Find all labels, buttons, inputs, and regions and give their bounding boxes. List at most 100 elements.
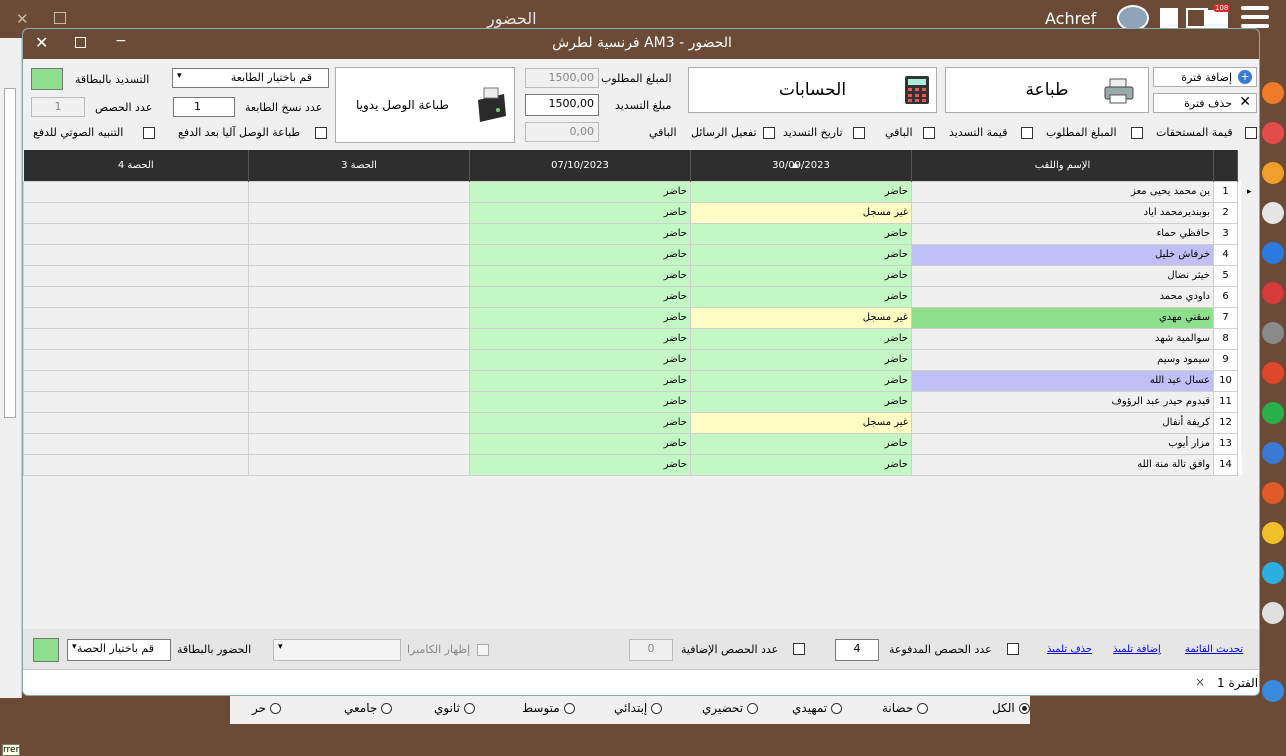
row-header[interactable] <box>1237 391 1242 412</box>
show-camera-checkbox[interactable] <box>477 644 489 656</box>
mail-icon[interactable] <box>1204 10 1228 28</box>
table-row[interactable]: حاضر غير مسجل كريفة أنفال 12 <box>23 411 1242 434</box>
cell-name[interactable]: عسال عبد الله <box>911 369 1214 392</box>
cell-name[interactable]: حافظي حماء <box>911 222 1214 245</box>
cell-session-4[interactable] <box>23 390 249 413</box>
table-row[interactable]: حاضر حاضر خرفاش خليل 4 <box>23 243 1242 266</box>
table-row[interactable]: حاضر حاضر عسال عبد الله 10 <box>23 369 1242 392</box>
dock-app-icon[interactable] <box>1262 162 1284 184</box>
header-name[interactable]: الإسم واللقب ▲ <box>792 150 1214 181</box>
cell-date-1[interactable]: حاضر <box>690 222 912 245</box>
cell-date-2[interactable]: حاضر <box>469 264 691 287</box>
cell-name[interactable]: سيمود وسيم <box>911 348 1214 371</box>
left-scrollbar[interactable] <box>4 88 16 418</box>
cell-session-4[interactable] <box>23 222 249 245</box>
cell-session-4[interactable] <box>23 243 249 266</box>
cell-name[interactable]: قيدوم حيدر عبد الرؤوف <box>911 390 1214 413</box>
level-all[interactable]: الكل <box>992 701 1030 715</box>
printer-select[interactable]: قم باختيار الطابعة <box>172 68 329 88</box>
cell-name[interactable]: بوبنديرمحمد اياد <box>911 201 1214 224</box>
delete-period-button[interactable]: حذف فترة ✕ <box>1153 93 1257 113</box>
tab-period-1[interactable]: الفترة 1 <box>1217 676 1258 690</box>
level-nursery[interactable]: حضانة <box>882 701 929 715</box>
auto-print-checkbox[interactable] <box>315 127 327 139</box>
cell-name[interactable]: بن محمد يحيى معز <box>911 180 1214 203</box>
close-tab-icon[interactable]: × <box>1195 675 1205 689</box>
table-row[interactable]: حاضر حاضر حافظي حماء 3 <box>23 222 1242 245</box>
cell-date-2[interactable]: حاضر <box>469 390 691 413</box>
cell-session-3[interactable] <box>248 369 470 392</box>
dock-app-icon[interactable] <box>1262 602 1284 624</box>
cell-date-2[interactable]: حاضر <box>469 369 691 392</box>
manual-receipt-button[interactable]: طباعة الوصل يدويا <box>335 67 515 143</box>
delete-student-link[interactable]: حذف تلميذ <box>1047 644 1092 655</box>
cell-date-1[interactable]: حاضر <box>690 432 912 455</box>
cell-session-4[interactable] <box>23 201 249 224</box>
cell-session-4[interactable] <box>23 348 249 371</box>
cell-session-3[interactable] <box>248 201 470 224</box>
payment-amount-field[interactable]: 1500,00 <box>525 94 599 116</box>
add-student-link[interactable]: إضافة تلميذ <box>1113 644 1161 655</box>
cell-session-4[interactable] <box>23 180 249 203</box>
row-header[interactable] <box>1237 328 1242 349</box>
row-header[interactable] <box>1237 202 1242 223</box>
required-amount-checkbox[interactable] <box>1131 127 1143 139</box>
cell-date-1[interactable]: حاضر <box>690 390 912 413</box>
session-select[interactable]: قم باختيار الحصة <box>67 639 171 661</box>
dock-app-icon[interactable] <box>1262 82 1284 104</box>
print-button[interactable]: طباعة <box>945 67 1149 113</box>
table-row[interactable]: حاضر حاضر خيثر نضال 5 <box>23 264 1242 287</box>
dock-app-icon[interactable] <box>1262 362 1284 384</box>
remaining-checkbox[interactable] <box>923 127 935 139</box>
cell-date-1[interactable]: حاضر <box>690 243 912 266</box>
accounts-button[interactable]: الحسابات <box>688 67 937 113</box>
cell-session-4[interactable] <box>23 369 249 392</box>
dock-app-icon[interactable] <box>1262 482 1284 504</box>
dock-app-icon[interactable] <box>1262 680 1284 702</box>
cell-session-4[interactable] <box>23 285 249 308</box>
table-row[interactable]: حاضر غير مسجل سقني مهدي 7 <box>23 306 1242 329</box>
dock-app-icon[interactable] <box>1262 202 1284 224</box>
header-date-2[interactable]: 07/10/2023 <box>469 150 691 181</box>
row-header[interactable] <box>1237 370 1242 391</box>
header-session-3[interactable]: الحصة 3 <box>248 150 470 181</box>
level-secondary[interactable]: ثانوي <box>434 701 475 715</box>
cell-date-2[interactable]: حاضر <box>469 453 691 476</box>
extra-sessions-checkbox[interactable] <box>793 643 805 655</box>
cell-date-1[interactable]: غير مسجل <box>690 201 912 224</box>
cell-date-1[interactable]: غير مسجل <box>690 411 912 434</box>
row-header[interactable] <box>1237 265 1242 286</box>
cell-date-2[interactable]: حاضر <box>469 432 691 455</box>
cell-date-1[interactable]: حاضر <box>690 285 912 308</box>
cell-name[interactable]: خيثر نضال <box>911 264 1214 287</box>
cell-session-3[interactable] <box>248 390 470 413</box>
cell-date-2[interactable]: حاضر <box>469 222 691 245</box>
dock-app-icon[interactable] <box>1262 442 1284 464</box>
door-icon[interactable] <box>1160 8 1178 28</box>
cell-name[interactable]: وافق تالة منة الله <box>911 453 1214 476</box>
dock-app-icon[interactable] <box>1262 402 1284 424</box>
outer-close-icon[interactable]: ✕ <box>16 10 29 28</box>
messages-checkbox[interactable] <box>763 127 775 139</box>
cell-session-4[interactable] <box>23 432 249 455</box>
cell-session-3[interactable] <box>248 285 470 308</box>
row-header[interactable] <box>1237 181 1242 202</box>
cell-session-4[interactable] <box>23 411 249 434</box>
row-header[interactable] <box>1237 349 1242 370</box>
table-row[interactable]: حاضر حاضر بن محمد يحيى معز 1 <box>23 180 1242 203</box>
camera-select[interactable] <box>273 639 401 661</box>
row-header[interactable] <box>1237 244 1242 265</box>
menu-icon[interactable] <box>1241 6 1269 30</box>
cell-session-3[interactable] <box>248 222 470 245</box>
level-primary[interactable]: إبتدائي <box>614 701 663 715</box>
row-header[interactable] <box>1237 307 1242 328</box>
cell-name[interactable]: سوالمية شهد <box>911 327 1214 350</box>
row-header[interactable] <box>1237 433 1242 454</box>
cell-date-1[interactable]: حاضر <box>690 180 912 203</box>
cell-date-2[interactable]: حاضر <box>469 411 691 434</box>
level-preparatory[interactable]: تحضيري <box>702 701 759 715</box>
cell-session-3[interactable] <box>248 453 470 476</box>
cell-session-4[interactable] <box>23 327 249 350</box>
table-row[interactable]: حاضر غير مسجل بوبنديرمحمد اياد 2 <box>23 201 1242 224</box>
table-row[interactable]: حاضر حاضر سيمود وسيم 9 <box>23 348 1242 371</box>
